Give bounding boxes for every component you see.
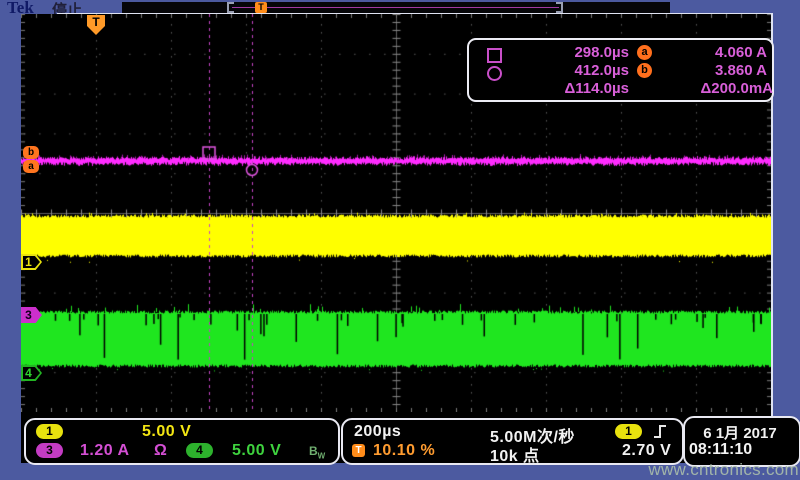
- channel-3-badge[interactable]: 3: [36, 443, 63, 458]
- cursor-readout-box: 298.0µs a 4.060 A 412.0µs b 3.860 A Δ114…: [467, 38, 774, 102]
- bandwidth-limit-indicator: BW: [309, 444, 325, 460]
- cursor-delta-value: Δ200.0mA: [661, 80, 773, 97]
- channel-1-marker-label: 1: [21, 254, 36, 270]
- channel-4-scale: 5.00 V: [232, 442, 281, 460]
- record-length-readout: 10k 点: [490, 442, 540, 466]
- cursor-delta-time: Δ114.0µs: [509, 80, 629, 97]
- record-overview-bar[interactable]: T: [122, 2, 670, 13]
- cursor-b-time: 412.0µs: [509, 62, 629, 79]
- date-readout: 6 1月 2017: [685, 422, 795, 443]
- trigger-position-readout: 10.10 %: [373, 442, 435, 460]
- channel-4-badge[interactable]: 4: [186, 443, 213, 458]
- cursor-a-square-icon: [487, 48, 502, 63]
- cursor-b-edge-badge[interactable]: b: [23, 146, 39, 159]
- channel-4-marker-label: 4: [21, 365, 36, 381]
- channel-3-marker-label: 3: [21, 307, 36, 323]
- channel-1-scale: 5.00 V: [142, 423, 191, 441]
- trigger-level-readout: 2.70 V: [622, 442, 671, 460]
- watermark: www.cntronics.com: [648, 460, 799, 480]
- horizontal-trigger-panel[interactable]: 200µs 5.00M次/秒 1 T 10.10 % 10k 点 2.70 V: [341, 418, 684, 465]
- record-window-line: [232, 7, 559, 8]
- channel-3-scale: 1.20 A: [80, 442, 130, 460]
- oscilloscope-screen: Tek 停止 T T b a 1 3 4 298.0µs a 4.060 A 4…: [0, 0, 800, 480]
- cursor-source-a-badge: a: [637, 45, 652, 60]
- trigger-position-mini-icon: T: [255, 2, 267, 13]
- channel-4-zero-marker[interactable]: 4: [21, 365, 42, 381]
- cursor-source-b-badge: b: [637, 63, 652, 78]
- cursor-a-value: 4.060 A: [661, 44, 767, 61]
- channel-1-zero-marker[interactable]: 1: [21, 254, 42, 270]
- cursor-a-edge-badge[interactable]: a: [23, 160, 39, 173]
- cursor-b-value: 3.860 A: [661, 62, 767, 79]
- channel-3-coupling: Ω: [154, 442, 167, 460]
- timebase-readout: 200µs: [354, 423, 401, 441]
- rising-edge-icon: [651, 423, 669, 440]
- vertical-scale-panel[interactable]: 1 5.00 V 3 1.20 A Ω 4 5.00 V BW: [24, 418, 340, 465]
- time-readout: 08:11:10: [689, 441, 752, 459]
- cursor-b-circle-icon: [487, 66, 502, 81]
- trigger-position-badge: T: [352, 444, 365, 457]
- trigger-source-badge[interactable]: 1: [615, 424, 642, 439]
- channel-3-zero-marker[interactable]: 3: [21, 307, 42, 323]
- cursor-a-time: 298.0µs: [509, 44, 629, 61]
- channel-1-badge[interactable]: 1: [36, 424, 63, 439]
